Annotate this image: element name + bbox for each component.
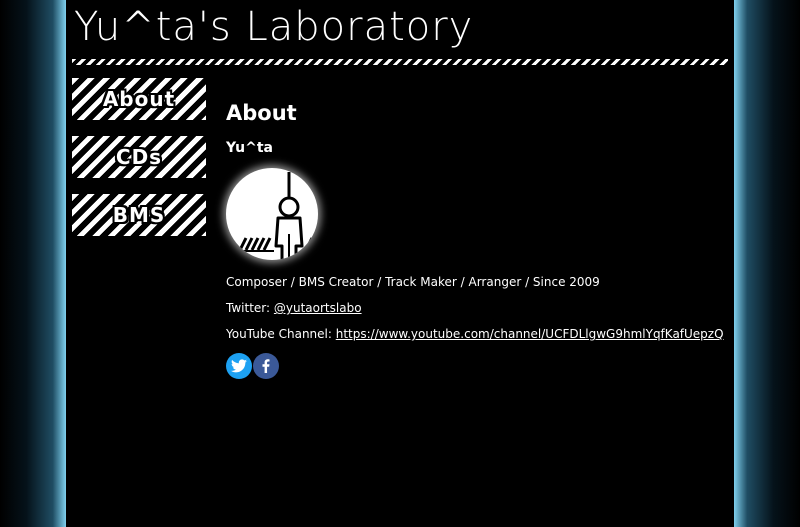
facebook-share-button[interactable] xyxy=(253,353,279,379)
twitter-line: Twitter: @yutaortslabo xyxy=(226,300,726,317)
facebook-icon xyxy=(262,359,270,373)
hanging-figure-icon xyxy=(236,172,314,260)
nav-item-about[interactable]: About xyxy=(72,78,206,120)
page-container: Yu^ta's Laboratory About CDs BMS About Y… xyxy=(66,0,734,527)
twitter-link[interactable]: @yutaortslabo xyxy=(274,301,362,315)
striped-divider xyxy=(72,59,728,65)
youtube-line: YouTube Channel: https://www.youtube.com… xyxy=(226,326,726,343)
main-content: About Yu^ta Composer / BMS Creator / Tra… xyxy=(226,96,726,379)
roles-text: Composer / BMS Creator / Track Maker / A… xyxy=(226,275,600,289)
twitter-share-button[interactable] xyxy=(226,353,252,379)
site-title: Yu^ta's Laboratory xyxy=(74,4,474,50)
sidebar-nav: About CDs BMS xyxy=(72,78,206,252)
artist-name: Yu^ta xyxy=(226,140,273,156)
page-heading: About xyxy=(226,101,297,125)
avatar xyxy=(226,168,318,260)
nav-item-cds[interactable]: CDs xyxy=(72,136,206,178)
nav-item-bms[interactable]: BMS xyxy=(72,194,206,236)
right-glow-border xyxy=(734,0,800,527)
youtube-label: YouTube Channel: xyxy=(226,327,332,341)
youtube-link[interactable]: https://www.youtube.com/channel/UCFDLlgw… xyxy=(336,327,724,341)
social-buttons xyxy=(226,353,726,379)
twitter-icon xyxy=(231,359,247,373)
twitter-label: Twitter: xyxy=(226,301,271,315)
left-glow-border xyxy=(0,0,66,527)
